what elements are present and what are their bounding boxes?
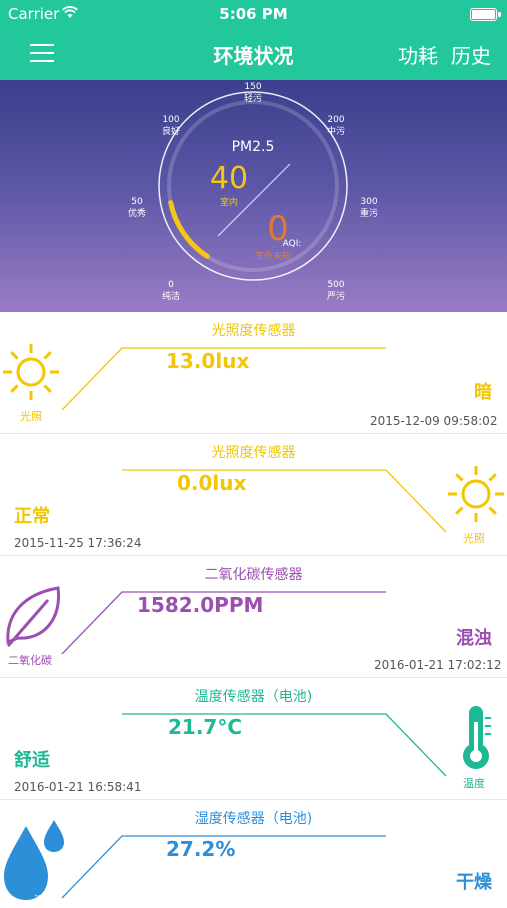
sensor-status: 混浊 xyxy=(456,628,492,649)
tick-value-50: 50 xyxy=(131,197,143,207)
aqi-status: 室外未知 xyxy=(255,250,291,262)
sensor-card-light-2[interactable]: 光照度传感器 0.0lux 正常 2015-11-25 17:36:24 光照 xyxy=(0,434,507,556)
sensor-card-humidity[interactable]: 湿度传感器（电池) 27.2% 湿度 干燥 xyxy=(0,800,507,907)
gauge-progress-arc xyxy=(168,200,210,259)
history-button[interactable]: 历史 xyxy=(451,40,491,69)
sensor-value: 13.0lux xyxy=(166,349,250,373)
battery-icon xyxy=(470,8,501,21)
leaf-icon xyxy=(6,586,61,647)
sun-icon xyxy=(3,344,59,400)
sensor-title: 光照度传感器 xyxy=(211,323,296,339)
tick-value-150: 150 xyxy=(244,82,261,92)
tick-value-0: 0 xyxy=(168,280,174,290)
icon-label: 温度 xyxy=(463,777,485,790)
sensor-timestamp: 2016-01-21 16:58:41 xyxy=(14,780,142,794)
water-drop-icon xyxy=(4,820,64,900)
pm25-gauge: PM2.5 40 室内 0 AQI: 室外未知 0 纯洁 50 优秀 100 良… xyxy=(128,82,378,302)
status-bar: Carrier 5:06 PM xyxy=(0,0,507,28)
sensor-card-light-1[interactable]: 光照度传感器 13.0lux 光照 暗 2015-12-09 09:58:02 xyxy=(0,312,507,434)
indoor-value: 40 xyxy=(210,161,248,196)
tick-label-50: 优秀 xyxy=(128,207,146,219)
sensor-timestamp: 2015-12-09 09:58:02 xyxy=(370,414,498,428)
sensor-value: 0.0lux xyxy=(177,471,247,495)
sensor-timestamp: 2016-01-21 17:02:12 xyxy=(374,658,502,672)
sun-icon xyxy=(448,466,504,522)
tick-label-0: 纯洁 xyxy=(162,290,180,302)
sensor-status: 正常 xyxy=(14,506,50,527)
icon-label: 湿度 xyxy=(34,894,56,907)
tick-value-500: 500 xyxy=(327,280,344,290)
sensor-card-co2[interactable]: 二氧化碳传感器 1582.0PPM 二氧化碳 混浊 2016-01-21 17:… xyxy=(0,556,507,678)
navigation-bar: 环境状况 功耗 历史 xyxy=(0,28,507,80)
power-button[interactable]: 功耗 xyxy=(398,40,438,69)
sensor-title: 二氧化碳传感器 xyxy=(204,567,303,583)
sensor-status: 舒适 xyxy=(14,750,50,771)
sensor-value: 1582.0PPM xyxy=(137,593,264,617)
tick-label-150: 轻污 xyxy=(244,92,262,104)
sensor-title: 湿度传感器（电池) xyxy=(194,811,313,827)
tick-label-300: 重污 xyxy=(360,207,378,219)
tick-label-500: 严污 xyxy=(327,290,345,302)
sensor-timestamp: 2015-11-25 17:36:24 xyxy=(14,536,142,550)
tick-value-200: 200 xyxy=(327,115,344,125)
sensor-status: 干燥 xyxy=(456,872,492,893)
aqi-label: AQI: xyxy=(283,239,302,249)
sensor-card-temperature[interactable]: 温度传感器（电池) 21.7°C 舒适 2016-01-21 16:58:41 … xyxy=(0,678,507,800)
tick-label-200: 中污 xyxy=(327,125,345,137)
tick-value-300: 300 xyxy=(360,197,377,207)
icon-label: 二氧化碳 xyxy=(8,654,52,667)
gauge-title: PM2.5 xyxy=(232,139,275,155)
sensor-status: 暗 xyxy=(474,382,492,403)
pm25-gauge-panel: PM2.5 40 室内 0 AQI: 室外未知 0 纯洁 50 优秀 100 良… xyxy=(0,80,507,312)
sensor-title: 温度传感器（电池) xyxy=(194,689,313,705)
thermometer-icon xyxy=(463,706,491,769)
sensor-value: 21.7°C xyxy=(168,715,243,739)
indoor-label: 室内 xyxy=(220,196,238,208)
tick-value-100: 100 xyxy=(162,115,179,125)
icon-label: 光照 xyxy=(463,532,485,545)
clock: 5:06 PM xyxy=(219,5,288,23)
sensor-title: 光照度传感器 xyxy=(211,445,296,461)
tick-label-100: 良好 xyxy=(162,125,180,137)
sensor-value: 27.2% xyxy=(166,837,236,861)
icon-label: 光照 xyxy=(20,410,42,423)
